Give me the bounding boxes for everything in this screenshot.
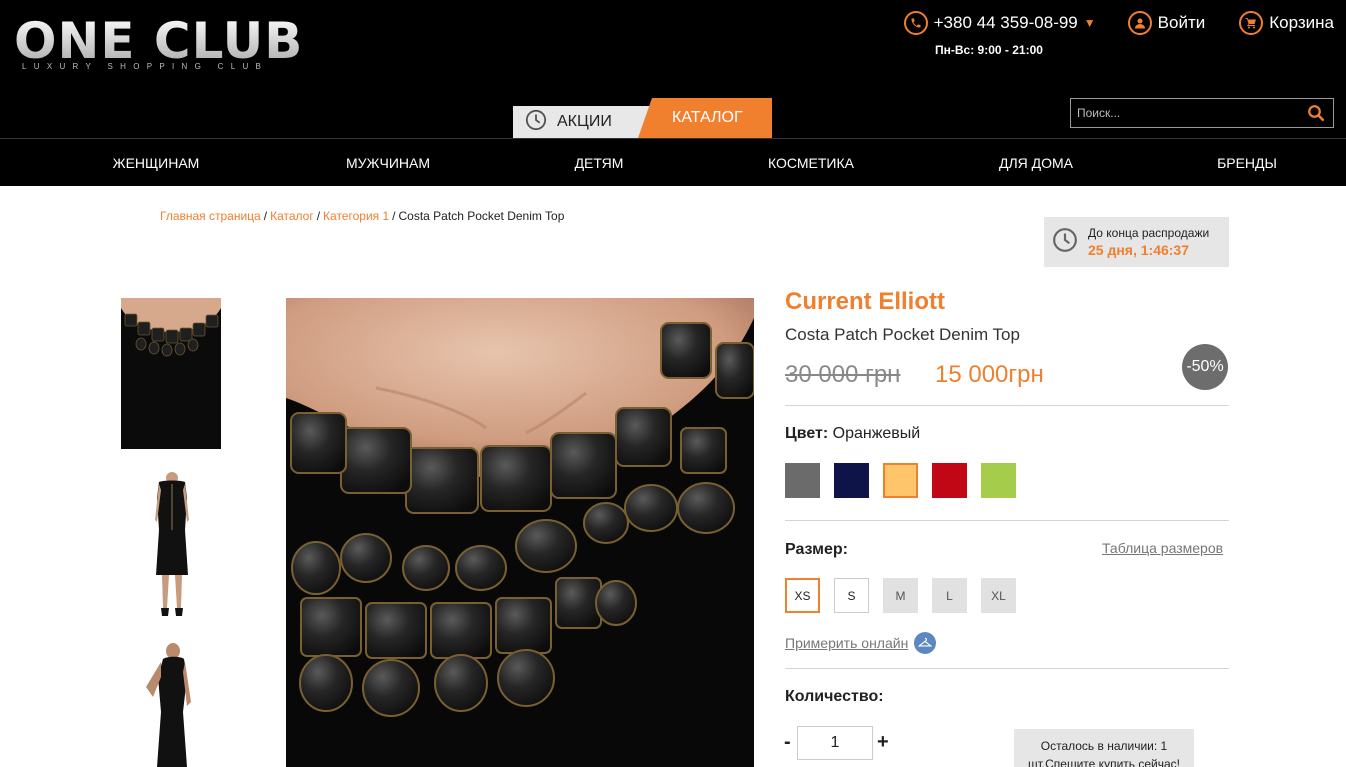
size-s-button[interactable]: S	[834, 578, 869, 613]
color-label: Цвет: Оранжевый	[785, 425, 920, 443]
nav-item-men[interactable]: МУЖЧИНАМ	[346, 155, 430, 171]
quantity-decrease-button[interactable]: -	[784, 731, 791, 754]
phone-dropdown[interactable]: +380 44 359-08-99 ▼	[903, 11, 1096, 35]
quantity-label: Количество:	[785, 688, 884, 705]
size-l-button[interactable]: L	[932, 578, 967, 613]
main-nav: ЖЕНЩИНАМ МУЖЧИНАМ ДЕТЯМ КОСМЕТИКА ДЛЯ ДО…	[0, 138, 1346, 186]
breadcrumb-current: Costa Patch Pocket Denim Top	[398, 209, 565, 223]
search-icon[interactable]	[1307, 104, 1325, 127]
color-label-title: Цвет:	[785, 425, 829, 442]
quantity-input[interactable]	[797, 726, 873, 760]
try-online-link[interactable]: Примерить онлайн	[785, 632, 937, 654]
breadcrumb-category[interactable]: Категория 1	[323, 209, 389, 223]
product-thumbnail[interactable]	[121, 470, 221, 620]
working-hours: Пн-Вс: 9:00 - 21:00	[935, 43, 1043, 57]
stock-notice-line1: Осталось в наличии: 1	[1040, 739, 1168, 753]
sale-countdown-label: До конца распродажи	[1088, 226, 1210, 240]
search-box	[1070, 98, 1334, 128]
hanger-icon	[914, 632, 937, 654]
cart-link[interactable]: Корзина	[1239, 11, 1334, 35]
product-thumbnail[interactable]	[121, 298, 221, 449]
logo-text: ONE CLUB	[14, 14, 344, 68]
nav-item-cosmetics[interactable]: КОСМЕТИКА	[768, 155, 854, 171]
size-label: Размер:	[785, 541, 848, 558]
sale-price: 15 000грн	[935, 361, 1044, 388]
breadcrumb: Главная страница / Каталог / Категория 1/Cos…	[160, 209, 564, 223]
header-top-actions: +380 44 359-08-99 ▼ Войти Корзина	[903, 10, 1334, 36]
cart-label: Корзина	[1269, 13, 1334, 32]
divider	[785, 668, 1229, 669]
cart-icon	[1239, 11, 1264, 35]
user-icon	[1127, 11, 1152, 35]
color-swatch-orange[interactable]	[883, 463, 918, 498]
nav-item-women[interactable]: ЖЕНЩИНАМ	[113, 155, 200, 171]
tab-akcii[interactable]: АКЦИИ	[513, 106, 653, 138]
divider	[785, 520, 1229, 521]
divider	[785, 405, 1229, 406]
clock-icon	[525, 109, 547, 136]
sale-countdown: До конца распродажи 25 дня, 1:46:37	[1044, 217, 1229, 267]
logo[interactable]: ONE CLUB LUXURY SHOPPING CLUB	[14, 14, 344, 74]
tab-akcii-label: АКЦИИ	[557, 113, 612, 130]
size-table-link[interactable]: Таблица размеров	[1102, 540, 1223, 556]
nav-item-kids[interactable]: ДЕТЯМ	[575, 155, 624, 171]
product-main-image[interactable]	[286, 298, 754, 767]
sale-countdown-time: 25 дня, 1:46:37	[1088, 242, 1190, 258]
try-online-label: Примерить онлайн	[785, 635, 909, 651]
product-thumbnail[interactable]	[121, 642, 221, 767]
phone-icon	[903, 11, 928, 35]
color-swatch-red[interactable]	[932, 463, 967, 498]
nav-item-brands[interactable]: БРЕНДЫ	[1217, 155, 1277, 171]
stock-notice: Осталось в наличии: 1 шт.Спешите купить …	[1014, 729, 1194, 767]
product-name: Costa Patch Pocket Denim Top	[785, 325, 1020, 344]
quantity-increase-button[interactable]: +	[877, 731, 889, 754]
color-swatch-green[interactable]	[981, 463, 1016, 498]
nav-item-home[interactable]: ДЛЯ ДОМА	[999, 155, 1073, 171]
clock-icon	[1052, 227, 1078, 258]
breadcrumb-separator: /	[392, 209, 396, 223]
stock-notice-line2: шт.Спешите купить сейчас!	[1028, 757, 1180, 767]
breadcrumb-separator: /	[263, 209, 268, 223]
color-value: Оранжевый	[832, 425, 921, 442]
product-brand[interactable]: Current Elliott	[785, 288, 945, 316]
old-price: 30 000 грн	[785, 361, 901, 388]
tab-catalog-label: КАТАЛОГ	[672, 109, 743, 126]
search-input[interactable]	[1071, 99, 1301, 127]
color-swatch-gray[interactable]	[785, 463, 820, 498]
size-xs-button[interactable]: XS	[785, 578, 820, 613]
discount-badge: -50%	[1182, 344, 1228, 390]
login-label: Войти	[1157, 13, 1206, 32]
tab-catalog[interactable]: КАТАЛОГ	[638, 98, 772, 138]
site-header: ONE CLUB LUXURY SHOPPING CLUB +380 44 35…	[0, 0, 1346, 138]
breadcrumb-catalog[interactable]: Каталог	[270, 209, 314, 223]
login-link[interactable]: Войти	[1127, 11, 1206, 35]
breadcrumb-separator: /	[316, 209, 321, 223]
phone-number: +380 44 359-08-99	[933, 13, 1078, 32]
breadcrumb-home[interactable]: Главная страница	[160, 209, 261, 223]
size-m-button[interactable]: M	[883, 578, 918, 613]
size-xl-button[interactable]: XL	[981, 578, 1016, 613]
logo-tagline: LUXURY SHOPPING CLUB	[22, 62, 269, 71]
color-swatch-navy[interactable]	[834, 463, 869, 498]
chevron-down-icon: ▼	[1083, 16, 1096, 30]
